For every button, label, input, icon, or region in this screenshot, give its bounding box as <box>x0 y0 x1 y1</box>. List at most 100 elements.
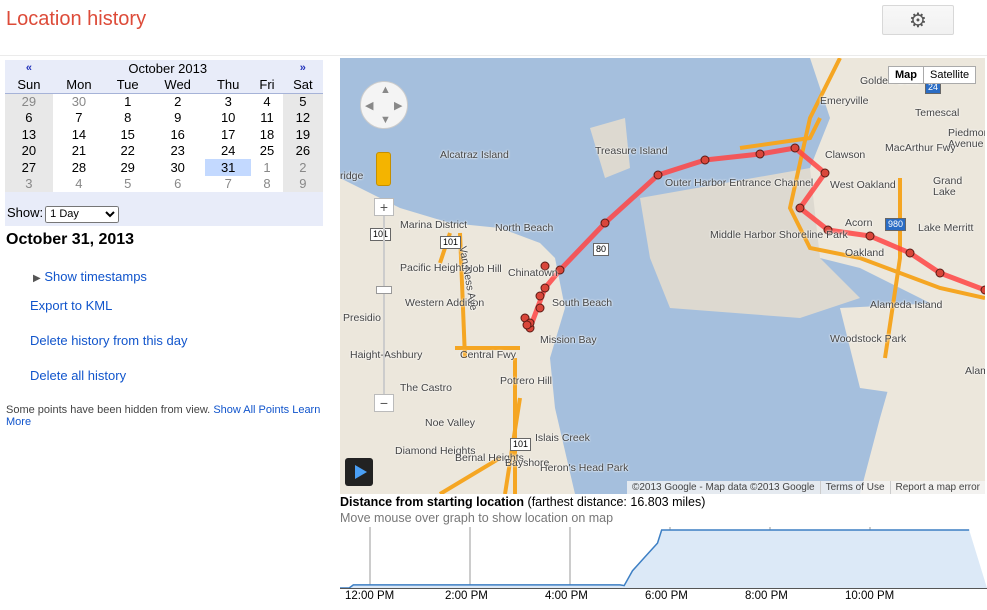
calendar-day[interactable]: 8 <box>251 175 283 192</box>
gear-icon: ⚙ <box>909 9 927 32</box>
calendar-day[interactable]: 19 <box>282 126 323 143</box>
weekday-header: Fri <box>251 76 283 94</box>
settings-button[interactable]: ⚙ <box>882 5 954 35</box>
header: Location history ⚙ <box>0 0 987 56</box>
calendar-day[interactable]: 30 <box>52 93 106 110</box>
pan-up-icon[interactable]: ▲ <box>380 84 391 96</box>
calendar-day[interactable]: 3 <box>5 175 53 192</box>
calendar-day[interactable]: 1 <box>251 159 283 176</box>
calendar-day[interactable]: 28 <box>52 159 106 176</box>
route-point[interactable] <box>820 168 830 178</box>
export-kml-link[interactable]: Export to KML <box>30 298 112 313</box>
map[interactable]: Golden GateEmeryvilleTemescalPiedmont Av… <box>340 58 985 494</box>
route-point[interactable] <box>600 218 610 228</box>
route-point[interactable] <box>700 155 710 165</box>
street-view-pegman-icon[interactable] <box>376 152 391 186</box>
calendar-day[interactable]: 1 <box>105 93 151 110</box>
map-type-map-button[interactable]: Map <box>889 67 923 83</box>
zoom-slider-handle[interactable] <box>376 286 392 294</box>
map-type-satellite-button[interactable]: Satellite <box>923 67 975 83</box>
calendar-day[interactable]: 2 <box>150 93 206 110</box>
route-point[interactable] <box>865 231 875 241</box>
calendar-day[interactable]: 7 <box>205 175 252 192</box>
map-label: Alameda Island <box>870 299 943 311</box>
route-point[interactable] <box>535 303 545 313</box>
calendar-day[interactable]: 20 <box>5 142 53 159</box>
calendar-day[interactable]: 8 <box>105 109 151 126</box>
route-point[interactable] <box>540 283 550 293</box>
calendar-day[interactable]: 9 <box>282 175 323 192</box>
calendar-day[interactable]: 22 <box>105 142 151 159</box>
map-label: Chinatown <box>508 267 558 279</box>
map-label: Mission Bay <box>540 334 597 346</box>
calendar-day[interactable]: 30 <box>150 159 206 176</box>
calendar-day[interactable]: 15 <box>105 126 151 143</box>
route-point[interactable] <box>755 149 765 159</box>
calendar-day[interactable]: 2 <box>282 159 323 176</box>
calendar-day[interactable]: 21 <box>52 142 106 159</box>
calendar-day[interactable]: 4 <box>251 93 283 110</box>
next-month-button[interactable]: » <box>283 60 323 77</box>
calendar-day[interactable]: 29 <box>105 159 151 176</box>
x-tick-label: 6:00 PM <box>645 590 688 602</box>
selected-date-heading: October 31, 2013 <box>6 231 135 248</box>
graph-title: Distance from starting location (farthes… <box>340 495 705 509</box>
calendar-day[interactable]: 4 <box>52 175 106 192</box>
calendar-day[interactable]: 6 <box>150 175 206 192</box>
zoom-in-button[interactable]: + <box>374 198 394 216</box>
route-point[interactable] <box>790 143 800 153</box>
pan-down-icon[interactable]: ▼ <box>380 114 391 126</box>
calendar-day[interactable]: 7 <box>52 109 106 126</box>
map-label: Lake Merritt <box>918 222 974 234</box>
calendar-day[interactable]: 12 <box>282 109 323 126</box>
pan-left-icon[interactable]: ◀ <box>365 99 373 112</box>
pan-control[interactable]: ▲ ◀ ▶ ▼ <box>360 81 408 129</box>
distance-graph[interactable] <box>340 527 987 590</box>
route-point[interactable] <box>535 291 545 301</box>
route-point[interactable] <box>905 248 915 258</box>
calendar-day[interactable]: 10 <box>205 109 252 126</box>
calendar-day[interactable]: 5 <box>105 175 151 192</box>
route-point[interactable] <box>522 320 532 330</box>
route-point[interactable] <box>935 268 945 278</box>
calendar-day[interactable]: 25 <box>251 142 283 159</box>
route-point[interactable] <box>653 170 663 180</box>
calendar-day[interactable]: 17 <box>205 126 252 143</box>
calendar-day[interactable]: 18 <box>251 126 283 143</box>
x-tick-label: 12:00 PM <box>345 590 395 602</box>
calendar-day[interactable]: 9 <box>150 109 206 126</box>
calendar-day[interactable]: 11 <box>251 109 283 126</box>
calendar-day[interactable]: 24 <box>205 142 252 159</box>
delete-day-link[interactable]: Delete history from this day <box>30 333 188 348</box>
calendar-day[interactable]: 3 <box>205 93 252 110</box>
show-range-select[interactable]: 1 Day <box>45 205 120 223</box>
calendar-day[interactable]: 13 <box>5 126 53 143</box>
map-label: MacArthur Fwy <box>885 142 956 154</box>
zoom-track[interactable] <box>383 216 385 396</box>
calendar-day[interactable]: 16 <box>150 126 206 143</box>
calendar-day[interactable]: 5 <box>282 93 323 110</box>
graph-title-text: Distance from starting location <box>340 495 525 509</box>
calendar-day[interactable]: 31 <box>205 159 252 176</box>
weekday-header: Sun <box>5 76 53 94</box>
map-label: Middle Harbor Shoreline Park <box>710 229 848 241</box>
pan-right-icon[interactable]: ▶ <box>394 99 402 112</box>
calendar-day[interactable]: 14 <box>52 126 106 143</box>
route-point[interactable] <box>980 285 985 295</box>
play-button[interactable] <box>345 458 373 486</box>
x-tick-label: 2:00 PM <box>445 590 488 602</box>
calendar-day[interactable]: 23 <box>150 142 206 159</box>
route-point[interactable] <box>795 203 805 213</box>
calendar-day[interactable]: 26 <box>282 142 323 159</box>
terms-of-use-link[interactable]: Terms of Use <box>819 481 890 494</box>
prev-month-button[interactable]: « <box>5 60 53 77</box>
calendar-day[interactable]: 29 <box>5 93 53 110</box>
calendar-day[interactable]: 6 <box>5 109 53 126</box>
delete-all-link[interactable]: Delete all history <box>30 368 126 383</box>
map-label: Central Fwy <box>460 349 517 361</box>
show-timestamps-link[interactable]: ▶ Show timestamps <box>33 269 147 284</box>
zoom-out-button[interactable]: − <box>374 394 394 412</box>
calendar-day[interactable]: 27 <box>5 159 53 176</box>
report-map-error-link[interactable]: Report a map error <box>889 481 985 494</box>
show-all-points-link[interactable]: Show All Points <box>213 404 289 416</box>
